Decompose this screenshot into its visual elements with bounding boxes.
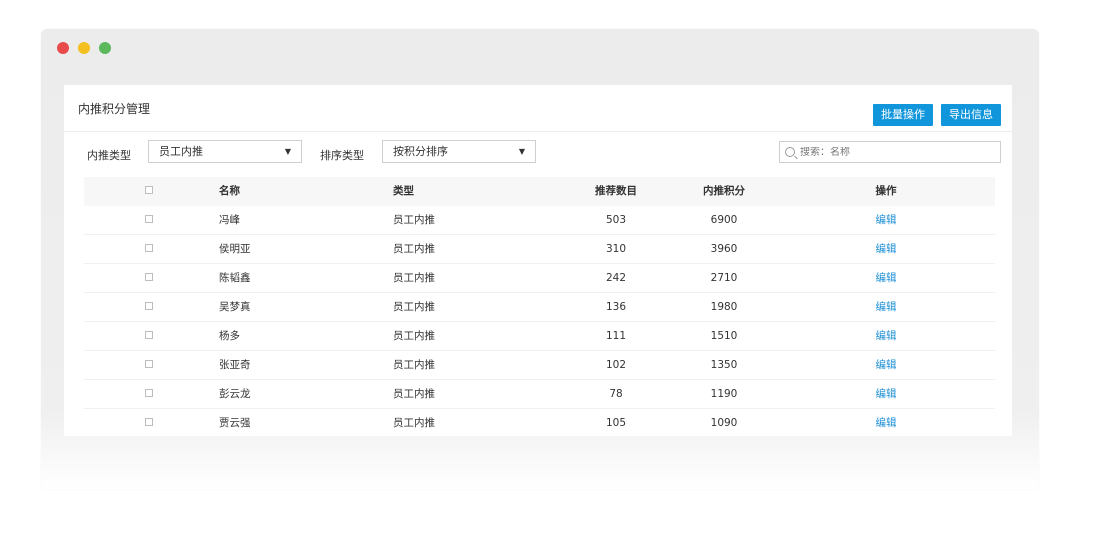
- row-checkbox[interactable]: [145, 360, 153, 368]
- sort-type-value: 按积分排序: [393, 145, 448, 158]
- table-row: 侯明亚 员工内推 310 3960 编辑: [84, 235, 995, 264]
- table-row: 陈韬鑫 员工内推 242 2710 编辑: [84, 264, 995, 293]
- minimize-window-dot[interactable]: [78, 42, 90, 54]
- select-all-checkbox[interactable]: [145, 186, 153, 194]
- row-checkbox[interactable]: [145, 418, 153, 426]
- header-name: 名称: [219, 185, 240, 197]
- points-panel: 内推积分管理 批量操作 导出信息 内推类型 员工内推 ▼ 排序类型 按积分排序 …: [64, 85, 1012, 436]
- table-row: 张亚奇 员工内推 102 1350 编辑: [84, 351, 995, 380]
- table-row: 彭云龙 员工内推 78 1190 编辑: [84, 380, 995, 409]
- cell-type: 员工内推: [393, 359, 435, 371]
- cell-type: 员工内推: [393, 272, 435, 284]
- table-row: 杨多 员工内推 111 1510 编辑: [84, 322, 995, 351]
- cell-name: 贾云强: [219, 417, 251, 429]
- export-info-button[interactable]: 导出信息: [941, 104, 1001, 126]
- maximize-window-dot[interactable]: [99, 42, 111, 54]
- edit-link[interactable]: 编辑: [876, 293, 897, 321]
- cell-name: 张亚奇: [219, 359, 251, 371]
- cell-name: 冯峰: [219, 214, 240, 226]
- referral-type-value: 员工内推: [159, 145, 203, 158]
- edit-link[interactable]: 编辑: [876, 322, 897, 350]
- row-checkbox[interactable]: [145, 302, 153, 310]
- edit-link[interactable]: 编辑: [876, 206, 897, 234]
- referral-type-select[interactable]: 员工内推 ▼: [148, 140, 302, 163]
- window-controls: [57, 42, 111, 54]
- panel-header: 内推积分管理 批量操作 导出信息: [64, 85, 1012, 132]
- cell-name: 吴梦真: [219, 301, 251, 313]
- browser-window: 内推积分管理 批量操作 导出信息 内推类型 员工内推 ▼ 排序类型 按积分排序 …: [41, 29, 1039, 489]
- cell-type: 员工内推: [393, 301, 435, 313]
- table-header-row: 名称 类型 推荐数目 内推积分 操作: [84, 177, 995, 206]
- edit-link[interactable]: 编辑: [876, 380, 897, 408]
- row-checkbox[interactable]: [145, 244, 153, 252]
- table-body: 冯峰 员工内推 503 6900 编辑 侯明亚 员工内推 310 3960 编辑 陈韬鑫 员工内推 24…: [84, 206, 995, 436]
- referral-table: 名称 类型 推荐数目 内推积分 操作 冯峰 员工内推 503 6900 编辑 侯明亚 员工内…: [84, 177, 995, 436]
- table-row: 吴梦真 员工内推 136 1980 编辑: [84, 293, 995, 322]
- search-icon: [785, 147, 795, 157]
- cell-name: 彭云龙: [219, 388, 251, 400]
- caret-down-icon: ▼: [284, 147, 291, 156]
- row-checkbox[interactable]: [145, 331, 153, 339]
- row-checkbox[interactable]: [145, 389, 153, 397]
- cell-name: 侯明亚: [219, 243, 251, 255]
- row-checkbox[interactable]: [145, 215, 153, 223]
- edit-link[interactable]: 编辑: [876, 235, 897, 263]
- cell-name: 杨多: [219, 330, 240, 342]
- caret-down-icon: ▼: [518, 147, 525, 156]
- table-row: 贾云强 员工内推 105 1090 编辑: [84, 409, 995, 436]
- edit-link[interactable]: 编辑: [876, 264, 897, 292]
- edit-link[interactable]: 编辑: [876, 409, 897, 436]
- cell-type: 员工内推: [393, 417, 435, 429]
- cell-type: 员工内推: [393, 330, 435, 342]
- sort-type-label: 排序类型: [320, 149, 364, 162]
- edit-link[interactable]: 编辑: [876, 351, 897, 379]
- table-row: 冯峰 员工内推 503 6900 编辑: [84, 206, 995, 235]
- close-window-dot[interactable]: [57, 42, 69, 54]
- search-input[interactable]: [800, 146, 990, 158]
- cell-type: 员工内推: [393, 243, 435, 255]
- cell-name: 陈韬鑫: [219, 272, 251, 284]
- header-type: 类型: [393, 185, 414, 197]
- batch-operation-button[interactable]: 批量操作: [873, 104, 933, 126]
- sort-type-select[interactable]: 按积分排序 ▼: [382, 140, 536, 163]
- search-box[interactable]: [779, 141, 1001, 163]
- page-title: 内推积分管理: [78, 102, 151, 116]
- cell-type: 员工内推: [393, 388, 435, 400]
- cell-type: 员工内推: [393, 214, 435, 226]
- row-checkbox[interactable]: [145, 273, 153, 281]
- referral-type-label: 内推类型: [87, 149, 131, 162]
